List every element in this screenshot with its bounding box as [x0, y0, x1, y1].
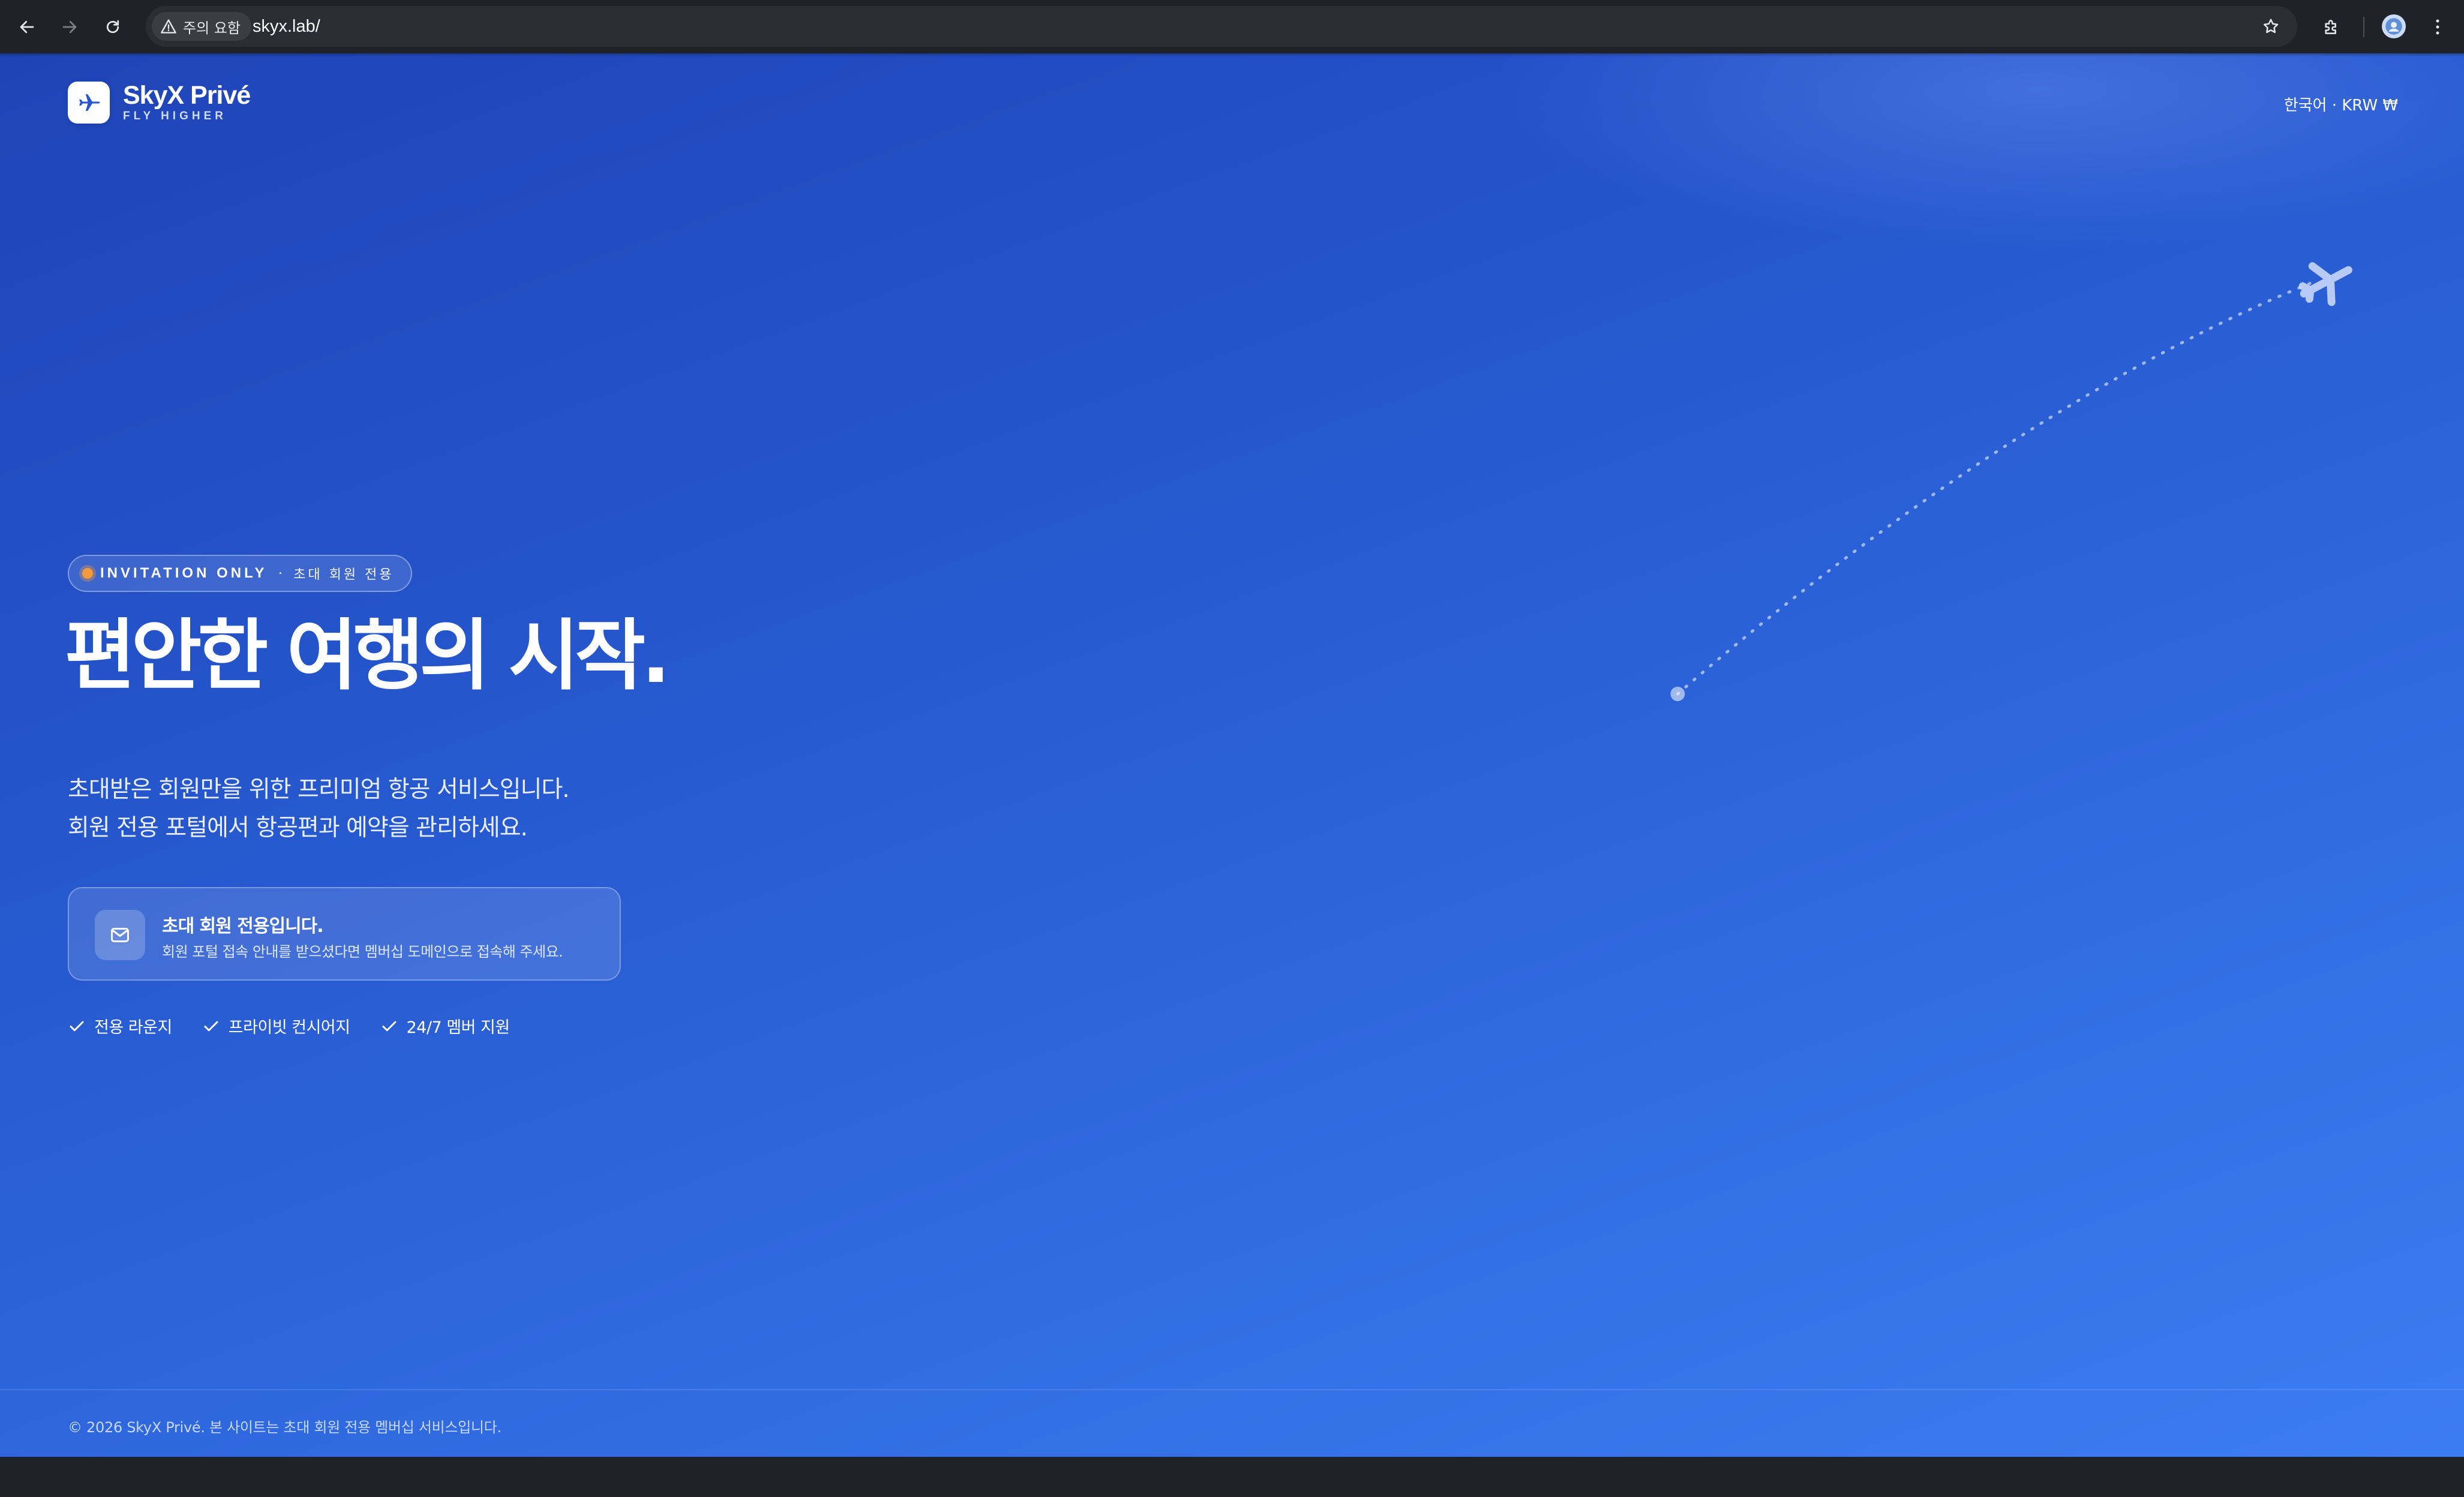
plane-icon — [2298, 262, 2352, 306]
hero-subtitle-line-1: 초대받은 회원만을 위한 프리미엄 항공 서비스입니다. — [68, 776, 570, 803]
feature-label: 전용 라운지 — [94, 1018, 172, 1037]
kebab-menu-icon — [2436, 19, 2439, 35]
forward-button[interactable] — [56, 13, 83, 41]
feature-list: 전용 라운지 프라이빗 컨시어지 24/7 멤버 지원 — [68, 1014, 540, 1038]
feature-item: 24/7 멤버 지원 — [380, 1014, 510, 1038]
hero-subtitle-line-2: 회원 전용 포털에서 항공편과 예약을 관리하세요. — [68, 814, 528, 841]
security-label: 주의 요함 — [183, 19, 241, 37]
profile-icon — [2385, 18, 2402, 35]
brand-tagline: FLY HIGHER — [123, 110, 227, 122]
feature-label: 24/7 멤버 지원 — [406, 1018, 510, 1037]
reload-button[interactable] — [99, 13, 127, 41]
brand-logo-link[interactable]: SkyX Privé FLY HIGHER — [68, 81, 251, 124]
dotted-flight-path — [1676, 279, 2317, 696]
hero-subtitle: 초대받은 회원만을 위한 프리미엄 항공 서비스입니다. 회원 전용 포털에서 … — [68, 771, 570, 847]
hero-title: 편안한 여행의 시작. — [65, 611, 671, 701]
profile-avatar[interactable] — [2382, 14, 2406, 38]
check-icon — [70, 1021, 84, 1031]
badge-korean-label: 초대 회원 전용 — [293, 567, 394, 582]
check-icon — [204, 1021, 218, 1031]
brand-name: SkyX Privé — [123, 81, 251, 110]
invitation-badge: INVITATION ONLY · 초대 회원 전용 — [68, 555, 412, 592]
flight-path-illustration — [1670, 262, 2352, 701]
warning-icon — [161, 19, 176, 34]
url-text[interactable]: skyx.lab/ — [253, 6, 320, 47]
feature-item: 전용 라운지 — [68, 1014, 172, 1038]
notice-icon-badge — [95, 910, 145, 960]
back-button[interactable] — [13, 13, 41, 41]
badge-separator: · — [278, 565, 283, 582]
back-arrow-icon — [20, 20, 34, 34]
badge-english-label: INVITATION ONLY — [100, 565, 268, 581]
mail-icon — [111, 928, 129, 942]
toolbar-divider — [2363, 17, 2364, 37]
airplane-icon — [79, 94, 100, 111]
window-bottom-edge — [0, 1457, 2464, 1497]
invitation-notice-card: 초대 회원 전용입니다. 회원 포털 접속 안내를 받으셨다면 멤버십 도메인으… — [68, 887, 621, 981]
bookmark-button[interactable] — [2260, 16, 2282, 37]
security-indicator[interactable]: 주의 요함 — [152, 12, 251, 41]
brand-logo-badge — [68, 82, 110, 124]
feature-item: 프라이빗 컨시어지 — [202, 1014, 350, 1038]
feature-label: 프라이빗 컨시어지 — [228, 1018, 350, 1037]
star-icon — [2263, 19, 2279, 34]
extensions-icon — [2325, 20, 2336, 34]
extensions-button[interactable] — [2318, 13, 2345, 41]
page-footer: © 2026 SkyX Privé. 본 사이트는 초대 회원 전용 멤버십 서… — [0, 1389, 2464, 1457]
status-dot — [82, 568, 93, 579]
notice-title: 초대 회원 전용입니다. — [162, 916, 324, 937]
forward-arrow-icon — [62, 20, 77, 34]
address-bar[interactable]: 주의 요함 skyx.lab/ — [146, 6, 2297, 47]
footer-copyright: © 2026 SkyX Privé. 본 사이트는 초대 회원 전용 멤버십 서… — [68, 1419, 501, 1436]
origin-dot — [1670, 687, 1685, 701]
locale-currency-selector[interactable]: 한국어 · KRW ₩ — [2284, 93, 2398, 115]
page-viewport: SkyX Privé FLY HIGHER 한국어 · KRW ₩ INVITA… — [0, 53, 2464, 1457]
reload-icon — [106, 20, 119, 34]
browser-menu-button[interactable] — [2426, 13, 2450, 41]
check-icon — [382, 1021, 396, 1031]
notice-description: 회원 포털 접속 안내를 받으셨다면 멤버십 도메인으로 접속해 주세요. — [162, 943, 563, 960]
browser-toolbar: 주의 요함 skyx.lab/ — [0, 0, 2464, 53]
